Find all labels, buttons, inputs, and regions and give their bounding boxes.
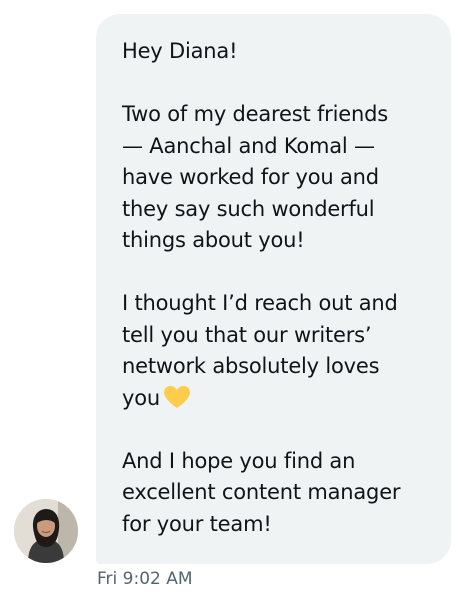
avatar-photo-icon: [14, 499, 78, 563]
yellow-heart-icon: [163, 385, 191, 409]
message-paragraph: Two of my dearest friends — Aanchal and …: [122, 102, 388, 252]
message-paragraph: I thought I’d reach out and tell you tha…: [122, 288, 427, 414]
message-greeting: Hey Diana!: [122, 39, 238, 63]
sender-avatar[interactable]: [14, 499, 78, 563]
message-timestamp: Fri 9:02 AM: [97, 569, 193, 589]
message-bubble[interactable]: Hey Diana! Two of my dearest friends — A…: [96, 14, 451, 564]
message-paragraph: And I hope you find an excellent content…: [122, 448, 401, 536]
direct-message-row: Hey Diana! Two of my dearest friends — A…: [0, 0, 464, 606]
